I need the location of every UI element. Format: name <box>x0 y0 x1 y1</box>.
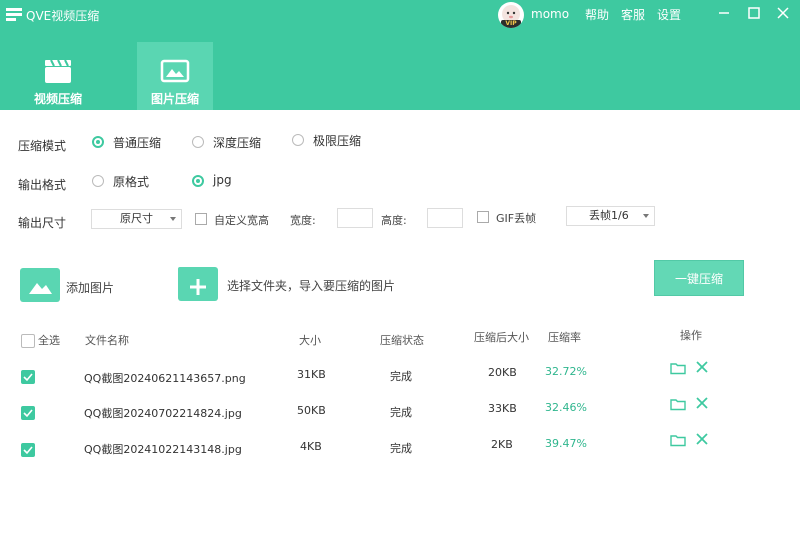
add-folder-label[interactable]: 选择文件夹，导入要压缩的图片 <box>227 277 395 294</box>
column-header-rate: 压缩率 <box>548 331 581 344</box>
tab-image-compress-label: 图片压缩 <box>150 92 199 106</box>
tab-image-compress[interactable]: 图片压缩 <box>137 42 213 110</box>
chevron-down-icon <box>170 217 176 221</box>
file-status: 完成 <box>390 442 412 455</box>
column-header-size: 大小 <box>299 334 321 347</box>
row-checkbox[interactable] <box>21 406 35 420</box>
width-input[interactable] <box>337 208 373 228</box>
file-status: 完成 <box>390 370 412 383</box>
file-name: QQ截图20240702214824.jpg <box>84 407 242 420</box>
file-after-size: 2KB <box>491 438 513 451</box>
file-size: 31KB <box>297 368 326 381</box>
app-logo-icon <box>6 8 22 21</box>
gif-drop-checkbox[interactable] <box>477 211 489 223</box>
row-checkbox[interactable] <box>21 370 35 384</box>
radio-format-jpg-label: jpg <box>213 173 232 187</box>
close-icon[interactable] <box>774 4 792 22</box>
folder-add-icon <box>178 267 206 295</box>
add-image-button[interactable] <box>20 268 60 302</box>
app-title: QVE视频压缩 <box>26 9 100 23</box>
file-size: 50KB <box>297 404 326 417</box>
open-folder-icon[interactable] <box>670 396 686 412</box>
radio-mode-extreme-label: 极限压缩 <box>313 134 362 148</box>
username[interactable]: momo <box>531 7 569 21</box>
image-icon <box>160 59 190 83</box>
file-rate: 32.72% <box>545 365 587 378</box>
file-size: 4KB <box>300 440 322 453</box>
file-status: 完成 <box>390 406 412 419</box>
open-folder-icon[interactable] <box>670 360 686 376</box>
delete-icon[interactable] <box>694 395 710 411</box>
file-name: QQ截图20240621143657.png <box>84 372 246 385</box>
radio-mode-extreme[interactable] <box>292 134 304 146</box>
check-icon <box>23 373 33 382</box>
image-icon <box>29 283 52 294</box>
row-checkbox[interactable] <box>21 443 35 457</box>
tab-video-compress[interactable]: 视频压缩 <box>20 42 96 110</box>
select-all-checkbox[interactable] <box>21 334 35 348</box>
file-name: QQ截图20241022143148.jpg <box>84 443 242 456</box>
select-all-label: 全选 <box>38 334 60 347</box>
menu-help[interactable]: 帮助 <box>585 6 609 23</box>
delete-icon[interactable] <box>694 359 710 375</box>
radio-format-original-label: 原格式 <box>113 175 150 189</box>
column-header-after-size: 压缩后大小 <box>474 331 529 344</box>
width-label: 宽度: <box>290 214 316 227</box>
menu-service[interactable]: 客服 <box>621 6 645 23</box>
radio-format-jpg[interactable] <box>192 175 204 187</box>
size-select-value: 原尺寸 <box>120 212 153 225</box>
format-label: 输出格式 <box>18 178 67 192</box>
delete-icon[interactable] <box>694 431 710 447</box>
check-icon <box>23 409 33 418</box>
compress-button[interactable]: 一键压缩 <box>654 260 744 296</box>
radio-mode-normal-label: 普通压缩 <box>113 136 162 150</box>
radio-mode-deep-label: 深度压缩 <box>213 136 262 150</box>
gif-drop-select[interactable]: 丢帧1/6 <box>566 206 655 226</box>
check-icon <box>23 446 33 455</box>
radio-mode-deep[interactable] <box>192 136 204 148</box>
tab-video-compress-label: 视频压缩 <box>33 92 82 106</box>
file-rate: 39.47% <box>545 437 587 450</box>
file-rate: 32.46% <box>545 401 587 414</box>
maximize-icon[interactable] <box>745 4 763 22</box>
film-clapper-icon <box>45 59 71 83</box>
column-header-status: 压缩状态 <box>380 334 424 347</box>
custom-size-checkbox[interactable] <box>195 213 207 225</box>
menu-settings[interactable]: 设置 <box>657 6 681 23</box>
add-image-label[interactable]: 添加图片 <box>66 279 114 296</box>
size-label: 输出尺寸 <box>18 216 67 230</box>
title-bar: QVE视频压缩 VIP momo 帮助 客服 设置 视频压缩 图片压缩 <box>0 0 800 110</box>
custom-size-label: 自定义宽高 <box>214 214 269 227</box>
gif-drop-select-value: 丢帧1/6 <box>589 209 629 222</box>
file-after-size: 33KB <box>488 402 517 415</box>
gif-drop-label: GIF丢帧 <box>496 212 537 225</box>
avatar[interactable]: VIP <box>498 2 524 28</box>
chevron-down-icon <box>643 214 649 218</box>
radio-format-original[interactable] <box>92 175 104 187</box>
column-header-actions: 操作 <box>680 329 702 342</box>
add-folder-button[interactable] <box>178 267 218 301</box>
height-input[interactable] <box>427 208 463 228</box>
radio-mode-normal[interactable] <box>92 136 104 148</box>
vip-badge: VIP <box>501 20 521 28</box>
column-header-name: 文件名称 <box>85 334 129 347</box>
open-folder-icon[interactable] <box>670 432 686 448</box>
file-after-size: 20KB <box>488 366 517 379</box>
mode-label: 压缩模式 <box>18 139 67 153</box>
size-select[interactable]: 原尺寸 <box>91 209 182 229</box>
minimize-icon[interactable] <box>715 4 733 22</box>
height-label: 高度: <box>381 214 407 227</box>
